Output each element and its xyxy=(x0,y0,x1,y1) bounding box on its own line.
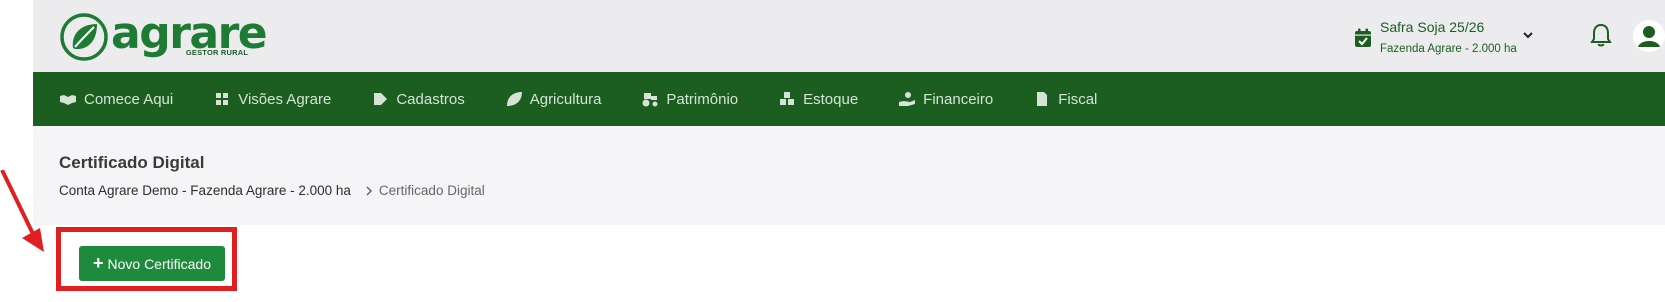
safra-selector[interactable]: Safra Soja 25/26 Fazenda Agrare - 2.000 … xyxy=(1354,18,1517,57)
nav-item-cadastros[interactable]: Cadastros xyxy=(371,72,465,126)
nav-item-fiscal[interactable]: Fiscal xyxy=(1033,72,1097,126)
safra-farm: Fazenda Agrare - 2.000 ha xyxy=(1380,43,1517,55)
nav-item-financeiro[interactable]: Financeiro xyxy=(898,72,993,126)
main-nav: Comece Aqui Visões Agrare Cadastros Agri… xyxy=(33,72,1665,126)
nav-label: Agricultura xyxy=(529,90,602,108)
safra-title: Safra Soja 25/26 xyxy=(1380,19,1485,35)
app-root: agrare GESTOR RURAL Safra Soja 25/26 Faz… xyxy=(33,0,1665,302)
top-header: agrare GESTOR RURAL Safra Soja 25/26 Faz… xyxy=(33,0,1665,72)
dashboard-icon xyxy=(216,93,229,105)
content-panel xyxy=(33,225,1665,302)
handshake-icon xyxy=(60,95,76,105)
nav-item-comece-aqui[interactable]: Comece Aqui xyxy=(59,72,173,126)
leaf-icon xyxy=(506,92,522,106)
plus-icon: + xyxy=(92,253,104,273)
nav-item-agricultura[interactable]: Agricultura xyxy=(505,72,602,126)
tag-icon xyxy=(374,93,388,105)
nav-label: Financeiro xyxy=(923,90,994,108)
bell-icon[interactable] xyxy=(1589,22,1613,48)
nav-label: Patrimônio xyxy=(666,90,739,108)
breadcrumb-item-account[interactable]: Conta Agrare Demo - Fazenda Agrare - 2.0… xyxy=(59,183,351,198)
nav-label: Cadastros xyxy=(396,90,465,108)
new-certificate-label: Novo Certificado xyxy=(107,255,212,272)
user-avatar-icon[interactable] xyxy=(1633,20,1665,52)
agrare-logo[interactable]: agrare GESTOR RURAL xyxy=(59,12,268,62)
leaf-logo-icon xyxy=(60,13,108,61)
breadcrumb-item-current: Certificado Digital xyxy=(378,183,485,198)
logo-text: agrare GESTOR RURAL xyxy=(111,12,268,58)
nav-item-visoes-agrare[interactable]: Visões Agrare xyxy=(213,72,331,126)
new-certificate-button[interactable]: + Novo Certificado xyxy=(79,246,225,281)
tractor-icon xyxy=(642,93,658,107)
brand-tagline: GESTOR RURAL xyxy=(185,48,249,57)
boxes-icon xyxy=(780,92,795,105)
nav-item-patrimonio[interactable]: Patrimônio xyxy=(641,72,738,126)
nav-label: Visões Agrare xyxy=(238,90,332,108)
chevron-right-icon xyxy=(366,185,372,196)
nav-label: Fiscal xyxy=(1058,90,1098,108)
nav-item-estoque[interactable]: Estoque xyxy=(778,72,858,126)
nav-label: Estoque xyxy=(803,90,859,108)
chevron-down-icon[interactable] xyxy=(1521,28,1535,42)
hand-coin-icon xyxy=(899,92,916,106)
safra-text: Safra Soja 25/26 Fazenda Agrare - 2.000 … xyxy=(1380,18,1517,57)
nav-label: Comece Aqui xyxy=(84,90,174,108)
invoice-icon xyxy=(1037,92,1048,106)
page-title: Certificado Digital xyxy=(59,153,205,172)
breadcrumb: Conta Agrare Demo - Fazenda Agrare - 2.0… xyxy=(59,183,485,198)
calendar-check-icon xyxy=(1355,28,1371,47)
